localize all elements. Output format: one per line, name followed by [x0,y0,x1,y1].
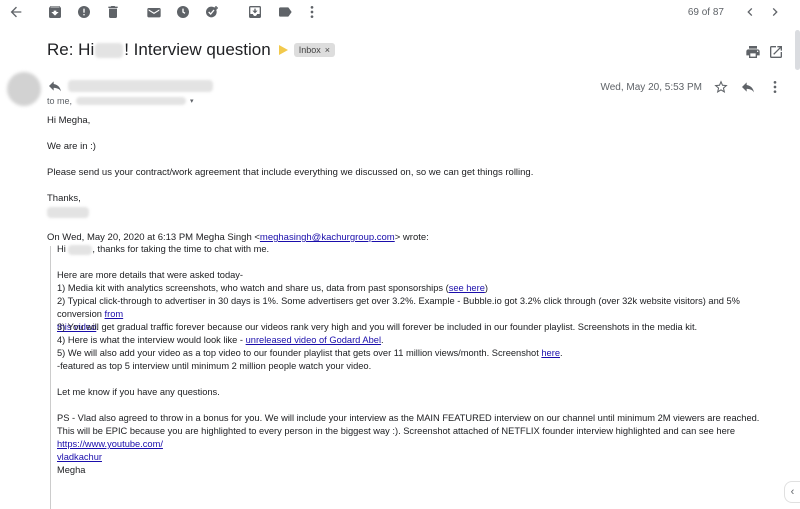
quote-signature: Megha [57,465,86,475]
sender-avatar[interactable] [7,72,41,106]
ps-text: PS - Vlad also agreed to throw in a bonu… [57,413,760,436]
pager-count: 69 of 87 [687,7,724,18]
quote-intro: Here are more details that were asked to… [57,270,244,280]
quote-header-prefix: On Wed, May 20, 2020 at 6:13 PM Megha Si… [47,232,260,243]
message-more-icon[interactable] [766,78,784,96]
recipients-line[interactable]: to me, ▾ [47,96,194,106]
signoff: Thanks, [47,193,81,204]
label-icon[interactable] [276,3,294,21]
snooze-icon[interactable] [174,3,192,21]
to-prefix: to me, [47,96,73,106]
redacted-recipient-name [68,244,93,255]
see-here-link[interactable]: see here [449,283,485,293]
open-new-window-icon[interactable] [767,43,785,61]
item4-end: . [381,335,384,345]
move-to-icon[interactable] [246,3,264,21]
arrow-left-icon[interactable] [7,3,25,21]
redacted-recipients [76,97,187,105]
item2-text: 2) Typical click-through to advertiser i… [57,296,740,319]
item5-end: . [560,348,563,358]
subject-prefix: Re: Hi [47,40,95,59]
remove-label-icon[interactable]: × [325,45,330,55]
report-spam-icon[interactable] [75,3,93,21]
quote-header-suffix: > wrote: [394,232,429,243]
older-chevron-icon[interactable] [766,3,784,21]
item1-end: ) [484,283,488,293]
print-icon[interactable] [744,43,762,61]
more-vert-icon[interactable] [303,3,321,21]
importance-marker-icon[interactable] [278,45,288,55]
quote-item-3: 3) You will get gradual traffic forever … [57,322,698,332]
star-icon[interactable] [712,78,730,96]
body-line-2: Please send us your contract/work agreem… [47,167,534,178]
from-this-video-link[interactable]: from [105,309,124,319]
unreleased-video-link[interactable]: unreleased video of Godard Abel [246,335,381,345]
item1-text: 1) Media kit with analytics screenshots,… [57,283,449,293]
item4-text: 4) Here is what the interview would look… [57,335,246,345]
youtube-link-cont[interactable]: vladkachur [57,452,102,462]
chevron-down-icon[interactable]: ▾ [190,97,194,105]
youtube-link[interactable]: https://www.youtube.com/ [57,439,163,449]
screenshot-here-link[interactable]: here [541,348,560,358]
quote-hi: Hi [57,244,66,254]
quote-item-4: 4) Here is what the interview would look… [57,334,777,347]
quote-hi-line: Hi , thanks for taking the time to chat … [57,243,777,256]
add-to-tasks-icon[interactable] [203,3,221,21]
side-panel-toggle-icon[interactable]: ‹ [784,481,800,503]
quote-hi-rest: , thanks for taking the time to chat wit… [92,244,270,254]
message-date: Wed, May 20, 5:53 PM [600,82,702,93]
label-text: Inbox [298,45,321,55]
greeting: Hi Megha, [47,115,91,126]
toolbar: 69 of 87 [0,0,800,26]
email-subject: Re: Hi ! Interview question Inbox × [47,40,335,60]
quote-item-5: 5) We will also add your video as a top … [57,347,777,360]
sender-email-link[interactable]: meghasingh@kachurgroup.com [260,232,395,243]
body-line-1: We are in :) [47,141,96,152]
quote-ps: PS - Vlad also agreed to throw in a bonu… [57,412,777,464]
scrollbar[interactable] [795,30,800,70]
redacted-name [95,42,124,58]
mark-unread-icon[interactable] [145,3,163,21]
redacted-sender-name [68,80,213,92]
reply-arrow-icon [46,77,64,95]
quote-item-6: -featured as top 5 interview until minim… [57,361,372,371]
redacted-signature [47,207,89,218]
quote-border [50,246,51,509]
quote-questions: Let me know if you have any questions. [57,387,220,397]
item5-text: 5) We will also add your video as a top … [57,348,542,358]
subject-suffix: ! Interview question [124,40,271,59]
delete-icon[interactable] [104,3,122,21]
archive-icon[interactable] [46,3,64,21]
inbox-label-chip: Inbox × [293,43,335,57]
reply-icon[interactable] [739,78,757,96]
newer-chevron-icon[interactable] [741,3,759,21]
quote-item-1: 1) Media kit with analytics screenshots,… [57,282,777,295]
